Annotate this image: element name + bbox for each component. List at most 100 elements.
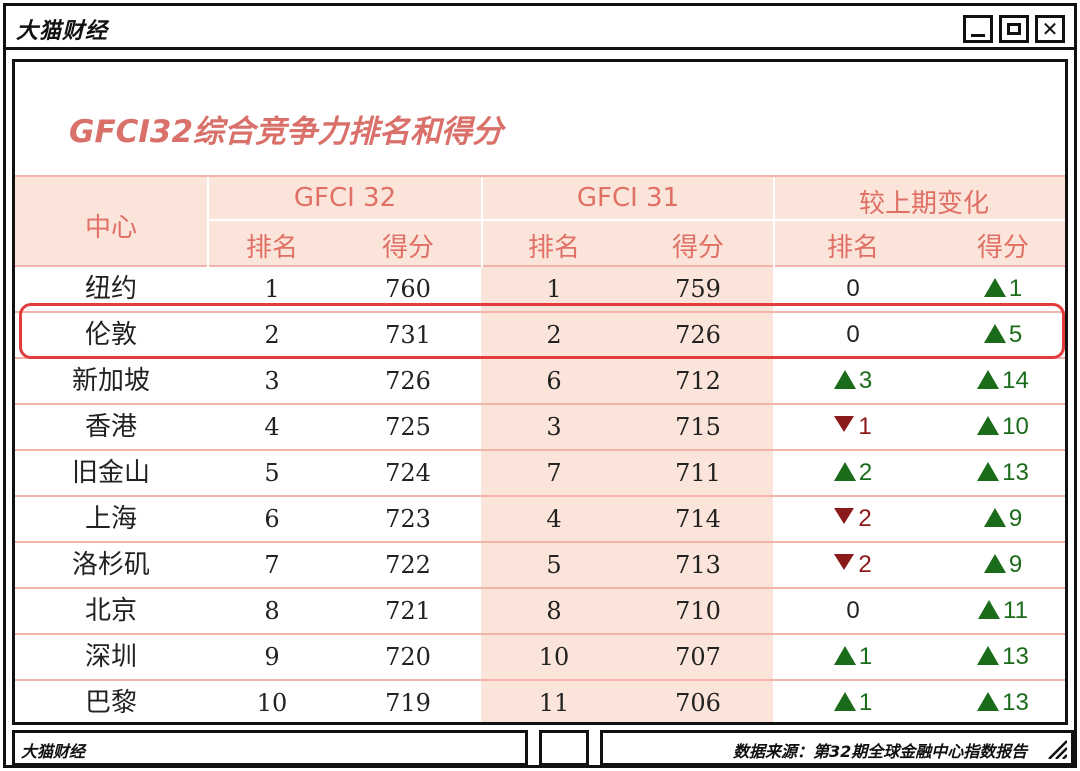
arrow-up-icon [833,692,856,711]
cell-rank_chg: 1 [785,405,921,449]
table-row: 伦敦 2 731 2 726 0 5 [15,313,1065,359]
cell-s32: 723 [385,505,431,533]
cell-name: 上海 [84,504,137,534]
change-value: 9 [1008,551,1023,578]
cell-s31: 710 [675,597,721,625]
change-value: 5 [1008,321,1023,348]
arrow-up-icon [833,370,856,389]
cell-s32: 719 [385,689,431,717]
change-value: 2 [858,505,872,532]
cell-s32: 722 [385,551,431,579]
change-value: 0 [846,275,860,302]
footer-spacer-box [539,730,589,766]
change-value: 13 [1002,643,1029,670]
cell-rank_chg: 1 [785,635,921,679]
cell-s32: 726 [385,367,431,395]
cell-r32: 7 [264,551,280,579]
change-value: 13 [1002,689,1029,716]
change-value: 2 [858,459,873,486]
cell-rank_chg: 2 [785,451,921,495]
header-score-change: 得分 [976,233,1029,263]
arrow-down-icon [834,508,855,524]
cell-r31: 10 [538,643,570,671]
arrow-up-icon [977,646,1000,665]
cell-s31: 715 [675,413,721,441]
cell-r32: 1 [264,275,280,303]
footer-brand-box: 大猫财经 [12,730,528,766]
cell-score_chg: 13 [935,451,1065,495]
header-rank-31: 排名 [527,233,580,263]
cell-s31: 706 [675,689,721,717]
cell-score_chg: 13 [935,635,1065,679]
footer-source: 数据来源：第32期全球金融中心指数报告 [733,742,1028,761]
change-value: 2 [858,551,872,578]
resize-grip-icon[interactable] [1045,737,1067,759]
cell-rank_chg: 0 [785,589,921,633]
cell-name: 伦敦 [84,320,137,350]
cell-s32: 721 [385,597,431,625]
header-score-32: 得分 [381,233,434,263]
cell-r32: 2 [264,321,280,349]
arrow-up-icon [833,646,856,665]
table-row: 旧金山 5 724 7 711 2 13 [15,451,1065,497]
cell-s31: 713 [675,551,721,579]
cell-rank_chg: 3 [785,359,921,403]
cell-rank_chg: 2 [785,543,921,587]
cell-score_chg: 14 [935,359,1065,403]
table-row: 纽约 1 760 1 759 0 1 [15,267,1065,313]
minimize-icon [971,33,985,37]
close-button[interactable]: ✕ [1035,15,1065,43]
cell-name: 巴黎 [84,688,137,718]
close-icon: ✕ [1041,17,1059,41]
arrow-down-icon [834,416,855,432]
cell-rank_chg: 0 [785,313,921,357]
arrow-up-icon [983,324,1006,343]
header-rank-change: 排名 [826,233,879,263]
cell-r31: 2 [546,321,562,349]
change-value: 9 [1008,505,1023,532]
cell-r31: 1 [546,275,562,303]
cell-name: 香港 [84,412,137,442]
cell-r31: 4 [546,505,562,533]
header-group-gfci31: GFCI 31 [576,183,680,213]
table-row: 北京 8 721 8 710 0 11 [15,589,1065,635]
cell-rank_chg: 2 [785,497,921,541]
table-row: 香港 4 725 3 715 1 10 [15,405,1065,451]
maximize-button[interactable] [999,15,1029,43]
cell-s31: 759 [675,275,721,303]
cell-name: 深圳 [84,642,137,672]
cell-score_chg: 1 [935,267,1065,311]
cell-score_chg: 13 [935,681,1065,722]
arrow-up-icon [978,600,1001,619]
minimize-button[interactable] [963,15,993,43]
change-value: 1 [858,643,873,670]
cell-score_chg: 5 [935,313,1065,357]
arrow-down-icon [834,554,855,570]
cell-s31: 714 [675,505,721,533]
header-score-31: 得分 [671,233,724,263]
cell-score_chg: 10 [935,405,1065,449]
arrow-up-icon [983,278,1006,297]
cell-s32: 760 [385,275,431,303]
cell-s32: 724 [385,459,431,487]
cell-s32: 720 [385,643,431,671]
cell-score_chg: 9 [935,543,1065,587]
cell-r32: 8 [264,597,280,625]
arrow-up-icon [977,692,1000,711]
cell-name: 新加坡 [71,366,150,396]
table-row: 洛杉矶 7 722 5 713 2 9 [15,543,1065,589]
cell-r31: 3 [546,413,562,441]
change-value: 0 [846,321,860,348]
cell-s31: 707 [675,643,721,671]
header-group-change: 较上期变化 [858,189,989,219]
change-value: 14 [1002,367,1029,394]
arrow-up-icon [983,554,1006,573]
arrow-up-icon [977,370,1000,389]
cell-rank_chg: 0 [785,267,921,311]
arrow-up-icon [977,462,1000,481]
cell-score_chg: 11 [935,589,1065,633]
app-window: 大猫财经 ✕ GFCI32综合竞争力排名和得分 中心 GFCI 32 GFCI … [3,3,1077,768]
change-value: 13 [1002,459,1029,486]
change-value: 10 [1002,413,1029,440]
cell-name: 北京 [84,596,137,626]
